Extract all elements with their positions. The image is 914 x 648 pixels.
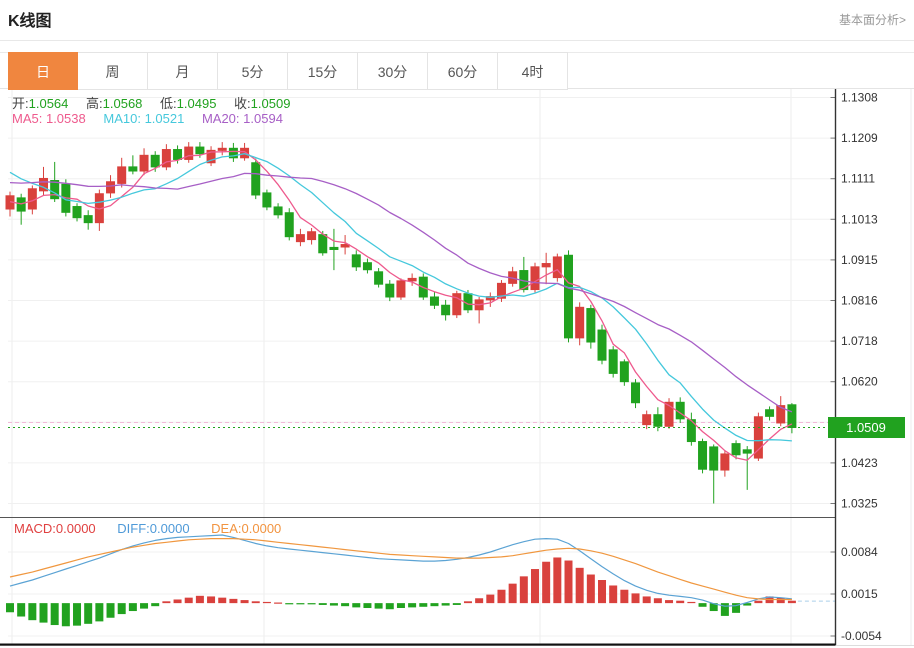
period-tabstrip: 日 周 月 5分 15分 30分 60分 4时 xyxy=(0,52,914,90)
diff-value: 0.0000 xyxy=(149,521,190,536)
open-value: 1.0564 xyxy=(28,96,69,111)
svg-text:1.1013: 1.1013 xyxy=(841,212,878,226)
ma-legend: MA5: 1.0538 MA10: 1.0521 MA20: 1.0594 xyxy=(12,111,297,126)
tab-day[interactable]: 日 xyxy=(8,52,78,90)
low-value: 1.0495 xyxy=(176,96,217,111)
diff-label: DIFF: xyxy=(117,521,150,536)
tab-30min[interactable]: 30分 xyxy=(358,52,428,90)
tab-week[interactable]: 周 xyxy=(78,52,148,90)
svg-text:1.0915: 1.0915 xyxy=(841,253,878,267)
macd-label: MACD: xyxy=(14,521,56,536)
close-label: 收: xyxy=(234,96,251,111)
macd-legend: MACD:0.0000 DIFF:0.0000 DEA:0.0000 xyxy=(14,521,299,536)
current-price-badge: 1.0509 xyxy=(846,420,886,435)
open-label: 开: xyxy=(12,96,29,111)
tab-month[interactable]: 月 xyxy=(148,52,218,90)
low-label: 低: xyxy=(160,96,177,111)
svg-text:1.0718: 1.0718 xyxy=(841,334,878,348)
kline-page: { "page": {"title": "K线图", "corner_link"… xyxy=(0,0,914,648)
fundamental-analysis-link[interactable]: 基本面分析> xyxy=(839,11,906,28)
svg-text:-0.0054: -0.0054 xyxy=(841,629,882,643)
ma10-value: 1.0521 xyxy=(144,111,185,126)
svg-text:1.1308: 1.1308 xyxy=(841,91,878,105)
ma20-label: MA20: xyxy=(201,111,240,126)
ma5-label: MA5: xyxy=(12,111,43,126)
dea-value: 0.0000 xyxy=(241,521,282,536)
title-divider xyxy=(0,40,914,41)
svg-text:1.1209: 1.1209 xyxy=(841,131,878,145)
dea-label: DEA: xyxy=(211,521,242,536)
svg-text:0.0084: 0.0084 xyxy=(841,545,878,559)
ohlc-legend: 开:1.0564 高:1.0568 低:1.0495 收:1.0509 xyxy=(12,93,304,112)
svg-text:1.0620: 1.0620 xyxy=(841,375,878,389)
macd-value: 0.0000 xyxy=(55,521,96,536)
high-value: 1.0568 xyxy=(102,96,143,111)
svg-text:1.1111: 1.1111 xyxy=(841,172,875,186)
svg-text:1.0816: 1.0816 xyxy=(841,294,878,308)
tab-4hour[interactable]: 4时 xyxy=(498,52,568,90)
high-label: 高: xyxy=(86,96,103,111)
page-title: K线图 xyxy=(8,13,52,30)
tab-15min[interactable]: 15分 xyxy=(288,52,358,90)
ma10-label: MA10: xyxy=(103,111,141,126)
svg-text:1.0325: 1.0325 xyxy=(841,497,878,511)
tab-60min[interactable]: 60分 xyxy=(428,52,498,90)
close-value: 1.0509 xyxy=(250,96,291,111)
tab-5min[interactable]: 5分 xyxy=(218,52,288,90)
ma20-value: 1.0594 xyxy=(243,111,283,126)
svg-text:1.0423: 1.0423 xyxy=(841,456,878,470)
ma5-value: 1.0538 xyxy=(45,111,86,126)
svg-text:0.0015: 0.0015 xyxy=(841,587,878,601)
